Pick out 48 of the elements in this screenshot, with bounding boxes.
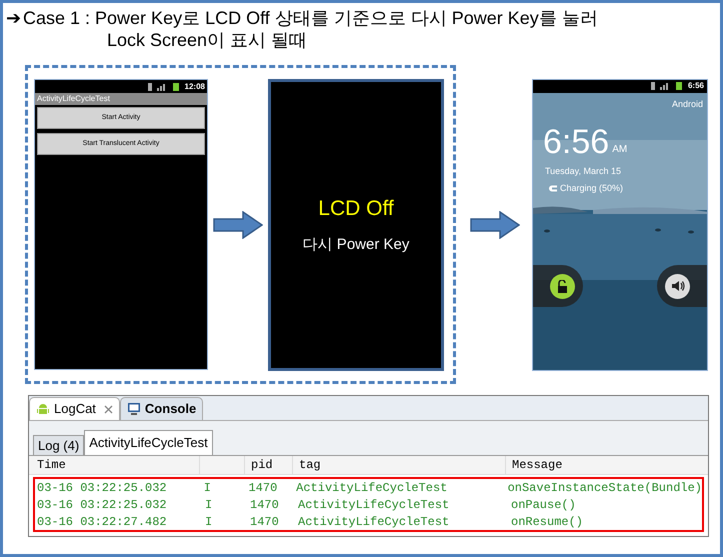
app-title-bar: ActivityLifeCycleTest [35, 93, 207, 105]
monitor-icon [126, 402, 141, 416]
table-cell-text: ActivityLifeCycleTest [297, 514, 450, 530]
table-cell-text: 1470 [249, 514, 280, 530]
table-cell-text: I [202, 480, 212, 496]
status-time: 6:56 [688, 80, 704, 92]
lcd-off-label: LCD Off [318, 196, 394, 222]
status-time: 12:08 [184, 80, 205, 92]
table-cell-text: 03-16 03:22:27.482 [36, 514, 168, 530]
table-cell-text: I [204, 496, 214, 514]
table-cell-text: 1470 [247, 480, 278, 496]
table-cell-text: onResume() [510, 514, 584, 530]
table-cell-text: 1470 [249, 496, 280, 514]
sound-handle[interactable] [657, 265, 707, 307]
am-pm-label: AM [612, 143, 628, 157]
date-label: Tuesday, March 15 [544, 165, 622, 178]
column-header: Time [36, 457, 67, 474]
arrow-icon [213, 210, 263, 238]
filter-tab[interactable]: ActivityLifeCycleTest [84, 430, 213, 455]
unlock-icon [550, 274, 575, 298]
filter-tab[interactable]: Log (4) [33, 435, 84, 455]
view-tab[interactable]: Console [120, 397, 204, 420]
table-cell-text: 03-16 03:22:25.032 [36, 480, 168, 496]
charging-icon [546, 184, 557, 192]
view-tab[interactable]: LogCat [29, 397, 120, 420]
speaker-icon [665, 274, 690, 298]
table-cell-text: ActivityLifeCycleTest [297, 496, 450, 514]
table-cell-text: I [204, 514, 214, 530]
unlock-handle[interactable] [533, 265, 583, 307]
carrier-label: Android [672, 98, 704, 110]
clock-time: 6:56 [543, 125, 610, 159]
table-cell-text: 03-16 03:22:25.032 [36, 496, 168, 514]
power-key-label: 다시 Power Key [302, 235, 410, 255]
arrow-bullet: ➔ [6, 7, 21, 30]
close-icon[interactable] [104, 404, 113, 414]
column-header: tag [292, 456, 505, 474]
status-icons [146, 82, 181, 92]
heading-text: Case 1 : Power Key로 LCD Off 상태를 기준으로 다시 Power Key를 눌러 [23, 7, 598, 29]
table-cell-text: onSaveInstanceState(Bundle) [506, 480, 702, 496]
status-icons [650, 81, 684, 91]
table-cell-text: onPause() [510, 496, 577, 514]
heading-text: Lock Screen이 표시 될때 [106, 29, 308, 51]
arrow-icon [470, 210, 520, 238]
column-header: Message [505, 456, 708, 474]
column-header: pid [244, 456, 292, 474]
charging-status: Charging (50%) [560, 182, 624, 195]
android-icon [36, 402, 50, 416]
table-cell-text: ActivityLifeCycleTest [295, 480, 448, 496]
